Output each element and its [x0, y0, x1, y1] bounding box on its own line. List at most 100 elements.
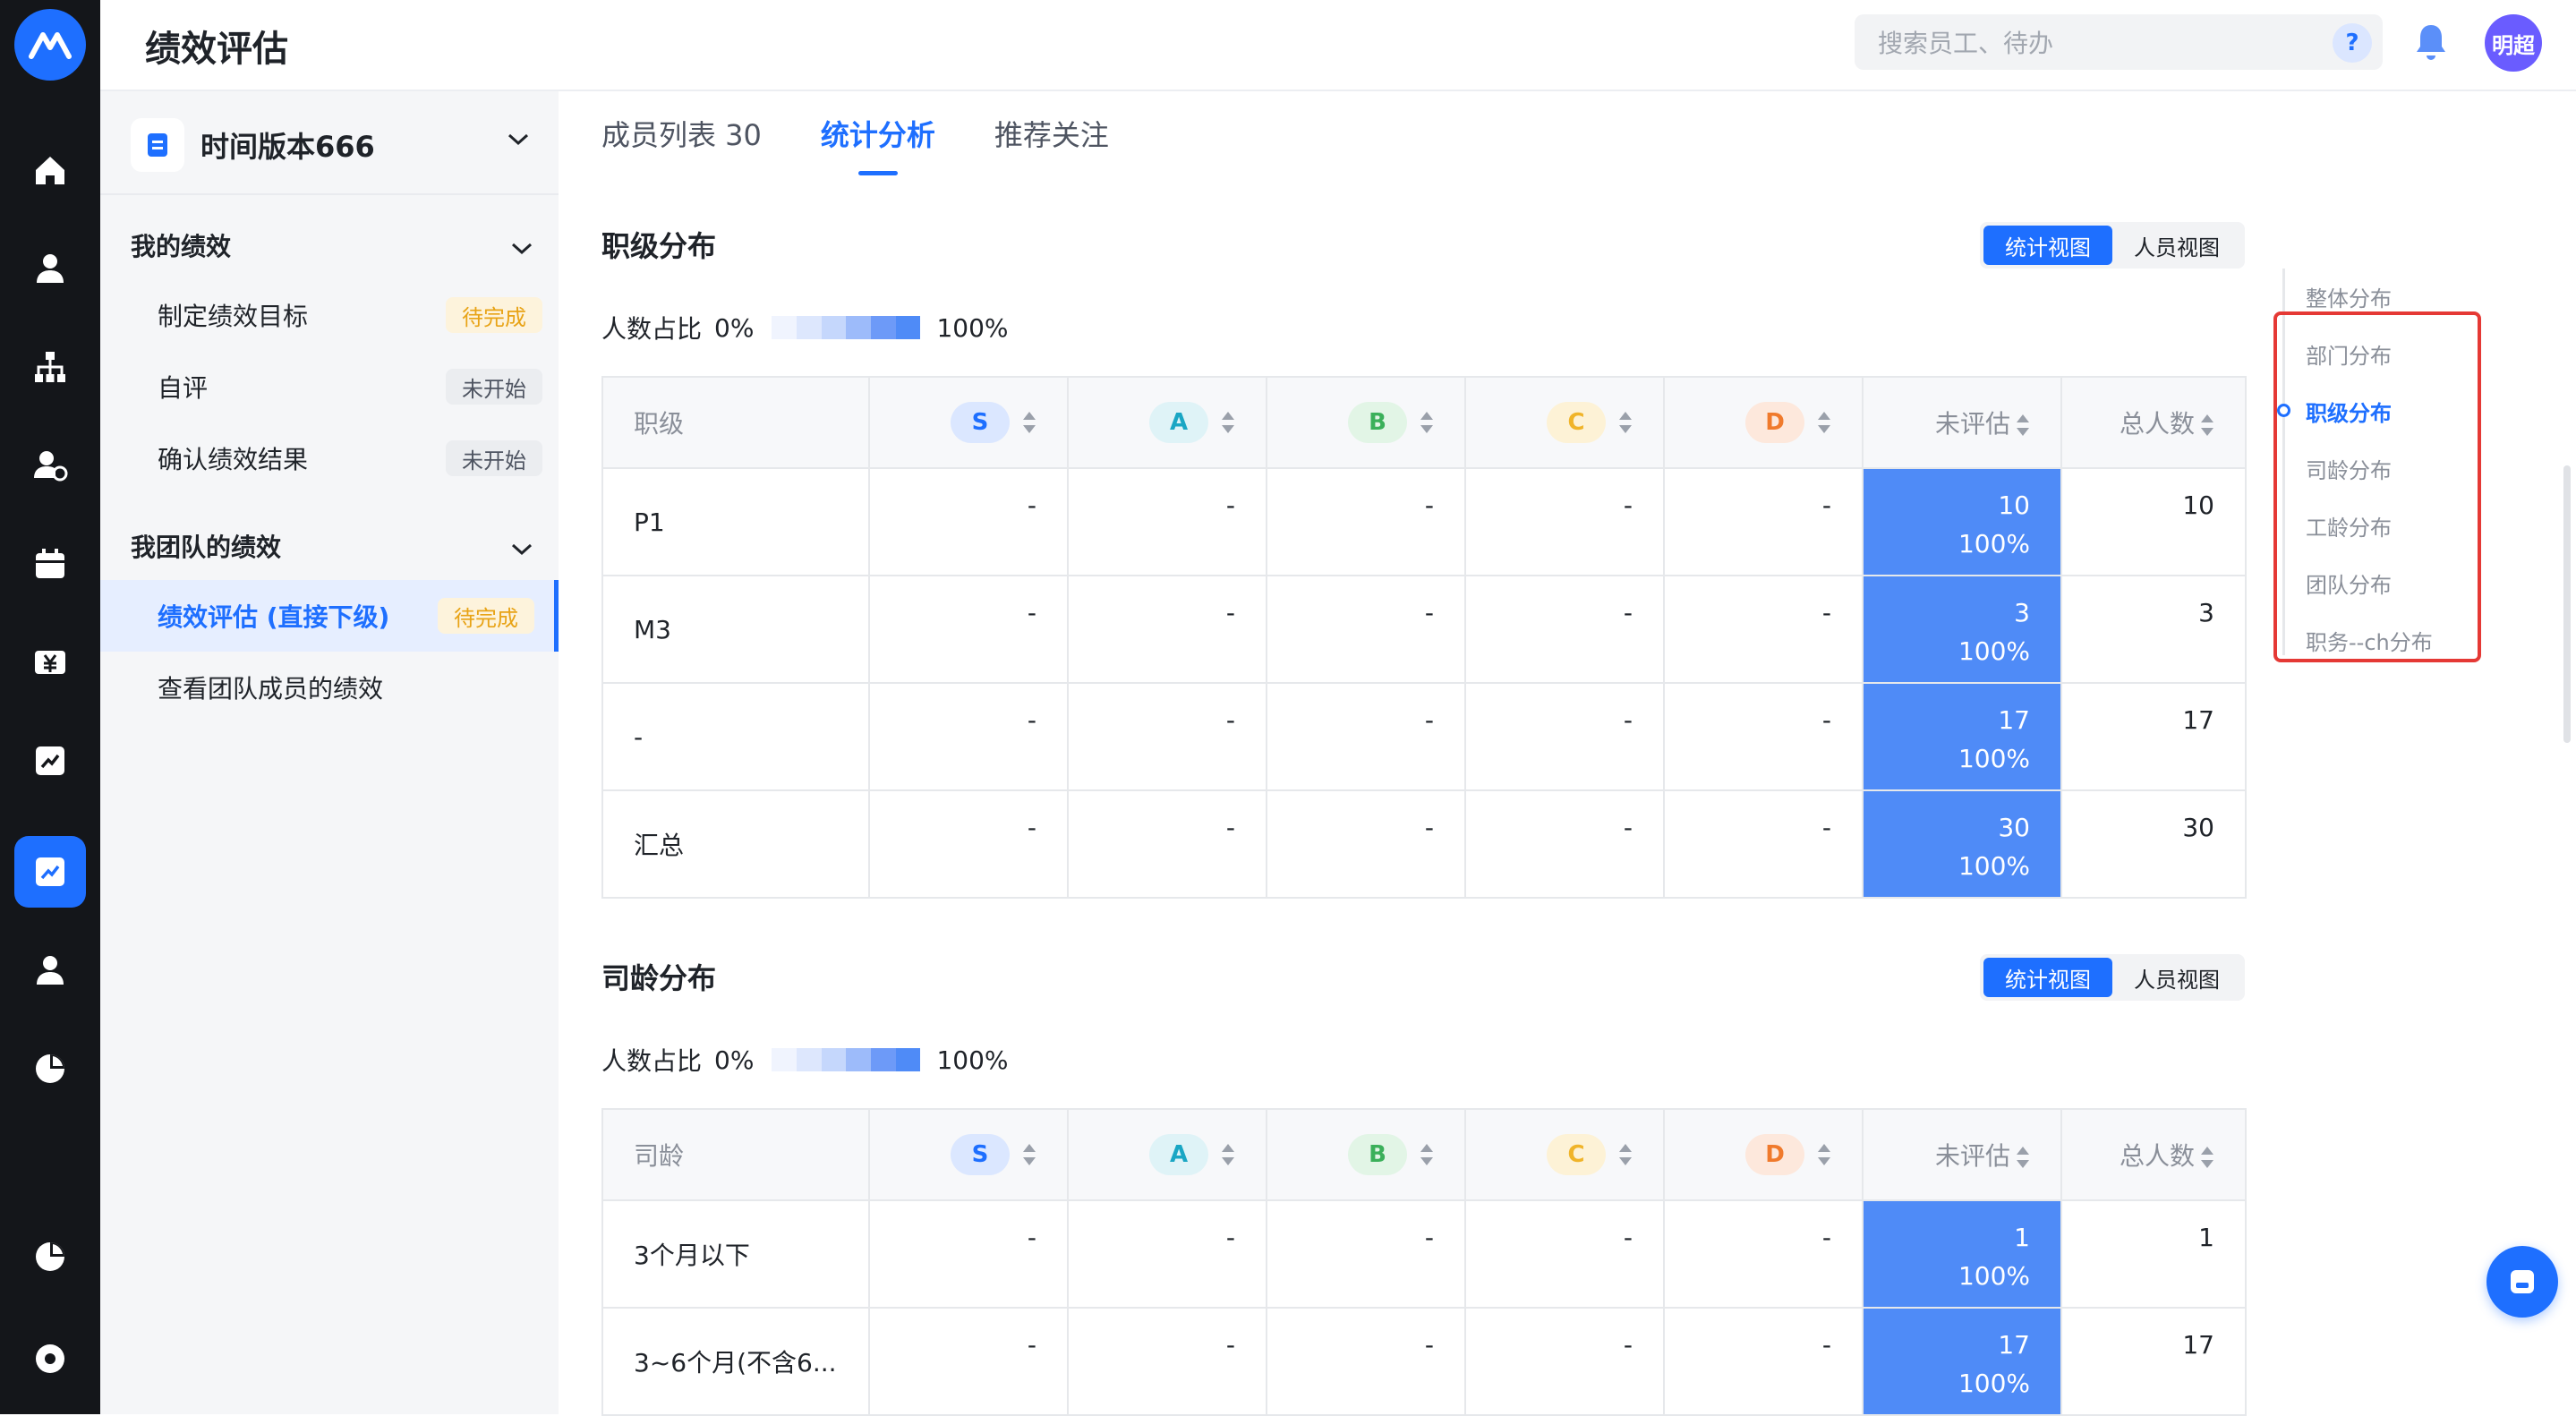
help-icon[interactable]: ? [2333, 23, 2372, 63]
table-header-row: 职级SABCD未评估总人数 [602, 377, 2246, 468]
grade-count-cell: - [1465, 790, 1664, 898]
home-icon[interactable] [14, 134, 86, 206]
column-header-sortable[interactable]: C [1465, 377, 1664, 468]
column-header-sortable[interactable]: D [1664, 377, 1863, 468]
version-selector[interactable]: 时间版本666 [131, 107, 542, 183]
scrollbar[interactable] [2563, 465, 2571, 743]
app-logo-icon[interactable] [14, 9, 86, 81]
salary-icon[interactable] [14, 627, 86, 698]
grade-distribution-table: 职级SABCD未评估总人数P1-----10100%10M3-----3100%… [601, 376, 2247, 899]
column-header-sortable[interactable]: D [1664, 1109, 1863, 1200]
total-cell: 1 [2061, 1200, 2246, 1308]
total-cell: 30 [2061, 790, 2246, 898]
table-row: P1-----10100%10 [602, 468, 2246, 576]
settings-icon[interactable] [14, 1323, 86, 1395]
sort-icon[interactable] [1022, 1143, 1036, 1166]
avatar[interactable]: 明超 [2485, 14, 2542, 72]
person-add-icon[interactable] [14, 430, 86, 501]
stat-view-button[interactable]: 统计视图 [1983, 226, 2112, 265]
column-header-sortable[interactable]: S [869, 377, 1068, 468]
sidebar-item-set-goals[interactable]: 制定绩效目标 待完成 [100, 279, 559, 351]
legend-min: 0% [714, 313, 754, 343]
sidebar-item-label: 查看团队成员的绩效 [158, 670, 383, 705]
grade-count-cell: - [1664, 1308, 1863, 1415]
column-header-sortable[interactable]: C [1465, 1109, 1664, 1200]
total-cell: 10 [2061, 468, 2246, 576]
pie-chart-icon[interactable] [14, 1221, 86, 1292]
person-icon[interactable] [14, 233, 86, 304]
group-team-performance[interactable]: 我团队的绩效 [131, 528, 533, 564]
chat-icon[interactable] [2486, 1246, 2558, 1318]
sidebar: 时间版本666 我的绩效 制定绩效目标 待完成 自评 未开始 确认绩效结果 未开… [100, 91, 559, 1414]
tenure-distribution-table: 司龄SABCD未评估总人数3个月以下-----1100%13~6个月(不含6..… [601, 1108, 2247, 1416]
status-badge: 待完成 [438, 598, 534, 634]
bell-icon[interactable] [2413, 21, 2449, 66]
unrated-percent: 100% [1864, 636, 2030, 666]
column-header-sortable[interactable]: 未评估 [1863, 377, 2061, 468]
column-header-sortable[interactable]: 总人数 [2061, 1109, 2246, 1200]
sort-icon[interactable] [1618, 411, 1633, 434]
row-label: P1 [602, 468, 869, 576]
pie-chart-icon[interactable] [14, 1033, 86, 1105]
column-header-sortable[interactable]: A [1068, 377, 1267, 468]
sort-icon[interactable] [1221, 1143, 1235, 1166]
person-view-button[interactable]: 人员视图 [2112, 958, 2241, 997]
stat-view-button[interactable]: 统计视图 [1983, 958, 2112, 997]
sort-icon[interactable] [2016, 1146, 2030, 1169]
unrated-count: 1 [2014, 1223, 2030, 1252]
column-header-label: 总人数 [2120, 1141, 2195, 1171]
performance-icon[interactable] [14, 836, 86, 908]
sort-icon[interactable] [1817, 411, 1831, 434]
chevron-down-icon[interactable] [510, 233, 533, 262]
column-header-sortable[interactable]: A [1068, 1109, 1267, 1200]
chart-card-icon[interactable] [14, 725, 86, 797]
tab-member-list[interactable]: 成员列表 30 [601, 113, 762, 175]
unrated-cell: 3100% [1863, 576, 2061, 683]
highlight-box [2273, 311, 2481, 662]
sidebar-item-self-review[interactable]: 自评 未开始 [100, 351, 559, 422]
sort-icon[interactable] [2200, 1146, 2214, 1169]
column-header-label: 司龄 [634, 1141, 684, 1171]
person-view-button[interactable]: 人员视图 [2112, 226, 2241, 265]
anchor-item[interactable]: 整体分布 [2306, 281, 2392, 312]
sort-icon[interactable] [1022, 411, 1036, 434]
column-header-sortable[interactable]: S [869, 1109, 1068, 1200]
grade-badge: S [951, 1134, 1010, 1175]
page-title: 绩效评估 [145, 20, 288, 72]
sidebar-item-label: 确认绩效结果 [158, 440, 308, 476]
table-row: 汇总-----30100%30 [602, 790, 2246, 898]
grade-count-cell: - [1664, 468, 1863, 576]
sidebar-item-view-team[interactable]: 查看团队成员的绩效 [100, 652, 559, 723]
tab-recommended[interactable]: 推荐关注 [994, 113, 1109, 175]
grade-count-cell: - [1068, 468, 1267, 576]
tab-statistics[interactable]: 统计分析 [821, 113, 935, 175]
sort-icon[interactable] [2200, 414, 2214, 437]
sort-icon[interactable] [1618, 1143, 1633, 1166]
sort-icon[interactable] [1420, 1143, 1434, 1166]
chevron-down-icon[interactable] [510, 533, 533, 563]
chevron-down-icon[interactable] [507, 132, 530, 150]
person-icon[interactable] [14, 934, 86, 1006]
column-header-sortable[interactable]: B [1267, 1109, 1465, 1200]
unrated-cell: 10100% [1863, 468, 2061, 576]
search-input[interactable]: 搜索员工、待办 [1855, 14, 2383, 70]
group-my-performance[interactable]: 我的绩效 [131, 227, 533, 263]
row-label: M3 [602, 576, 869, 683]
table-row: 3个月以下-----1100%1 [602, 1200, 2246, 1308]
sort-icon[interactable] [1221, 411, 1235, 434]
unrated-count: 17 [1998, 705, 2030, 735]
column-header-sortable[interactable]: 总人数 [2061, 377, 2246, 468]
sidebar-item-team-evaluation[interactable]: 绩效评估 (直接下级) 待完成 [100, 580, 559, 652]
sidebar-item-confirm-results[interactable]: 确认绩效结果 未开始 [100, 422, 559, 494]
grade-count-cell: - [1664, 1200, 1863, 1308]
sort-icon[interactable] [2016, 414, 2030, 437]
column-header-sortable[interactable]: B [1267, 377, 1465, 468]
calendar-icon[interactable] [14, 528, 86, 600]
column-header-sortable[interactable]: 未评估 [1863, 1109, 2061, 1200]
org-chart-icon[interactable] [14, 331, 86, 403]
grade-count-cell: - [1267, 683, 1465, 790]
grade-count-cell: - [1068, 790, 1267, 898]
sort-icon[interactable] [1420, 411, 1434, 434]
version-icon [131, 118, 184, 172]
sort-icon[interactable] [1817, 1143, 1831, 1166]
